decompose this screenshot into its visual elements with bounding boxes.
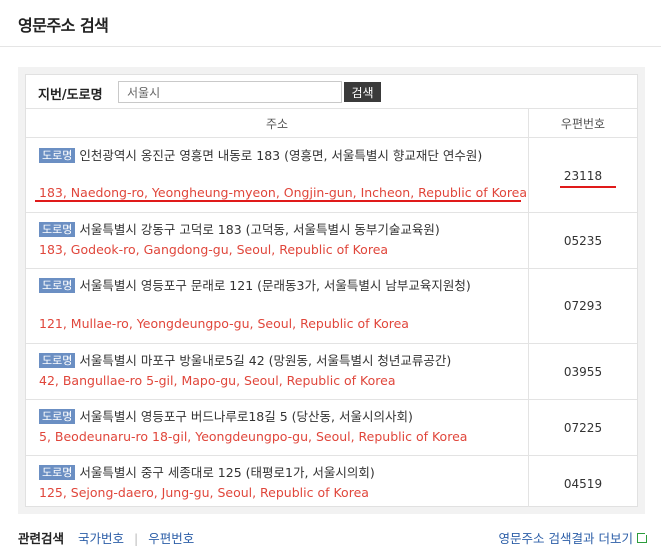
table-row: 도로명 서울특별시 중구 세종대로 125 (태평로1가, 서울시의회) 125,… [26,455,637,507]
road-name-badge: 도로명 [39,148,76,163]
road-name-badge: 도로명 [39,465,76,480]
korean-address[interactable]: 도로명 서울특별시 영등포구 문래로 121 (문래동3가, 서울특별시 남부교육… [39,276,525,295]
road-name-badge: 도로명 [39,222,76,237]
column-header-zip: 우편번호 [560,117,606,131]
road-name-badge: 도로명 [39,409,76,424]
korean-address[interactable]: 도로명 인천광역시 옹진군 영흥면 내동로 183 (영흥면, 서울특별시 향교재… [39,146,525,165]
zip-highlight-underline [560,186,616,188]
korean-address-text: 인천광역시 옹진군 영흥면 내동로 183 (영흥면, 서울특별시 향교재단 연… [79,148,483,163]
zip-code[interactable]: 04519 [529,477,637,491]
result-box: 지번/도로명 검색 주소 우편번호 도로명인천광역시 옹진군 영흥면 내동로 1… [25,74,638,507]
highlight-underline [35,200,521,202]
road-name-badge: 도로명 [39,278,76,293]
korean-address-text: 서울특별시 마포구 방울내로5길 42 (망원동, 서울특별시 청년교류공간) [79,353,452,368]
english-address[interactable]: 125, Sejong-daero, Jung-gu, Seoul, Repub… [39,485,369,500]
english-address[interactable]: 5, Beodeunaru-ro 18-gil, Yeongdeungpo-gu… [39,429,467,444]
link-separator: | [134,531,139,546]
table-row: 도로명 서울특별시 마포구 방울내로5길 42 (망원동, 서울특별시 청년교류공… [26,343,637,400]
english-address[interactable]: 183, Godeok-ro, Gangdong-gu, Seoul, Repu… [39,242,388,257]
column-header-address: 주소 [265,117,289,131]
zip-code[interactable]: 05235 [529,234,637,248]
search-bar: 지번/도로명 검색 [26,75,637,109]
external-link-icon [637,531,649,543]
korean-address[interactable]: 도로명 서울특별시 강동구 고덕로 183 (고덕동, 서울특별시 동부기술교육원… [39,220,525,239]
more-results-label: 영문주소 검색결과 더보기 [498,531,633,546]
postal-code-link[interactable]: 우편번호 [148,531,194,546]
korean-address-text: 서울특별시 영등포구 버드나루로18길 5 (당산동, 서울시의사회) [79,409,413,424]
table-row: 도로명 서울특별시 영등포구 버드나루로18길 5 (당산동, 서울시의사회) 5… [26,399,637,456]
zip-code[interactable]: 23118 [529,169,637,183]
more-results-link[interactable]: 영문주소 검색결과 더보기 [498,528,649,547]
zip-code[interactable]: 07225 [529,421,637,435]
english-address[interactable]: 183, Naedong-ro, Yeongheung-myeon, Ongji… [39,185,527,200]
korean-address[interactable]: 도로명 서울특별시 중구 세종대로 125 (태평로1가, 서울시의회) [39,463,525,482]
country-code-link[interactable]: 국가번호 [78,531,124,546]
table-row: 도로명 서울특별시 강동구 고덕로 183 (고덕동, 서울특별시 동부기술교육원… [26,212,637,269]
table-row: 도로명 인천광역시 옹진군 영흥면 내동로 183 (영흥면, 서울특별시 향교재… [26,138,637,213]
result-panel: 지번/도로명 검색 주소 우편번호 도로명인천광역시 옹진군 영흥면 내동로 1… [18,67,645,514]
search-input[interactable] [118,81,342,103]
search-type-label: 지번/도로명 [38,88,103,103]
table-header: 주소 우편번호 [26,109,637,138]
related-search: 관련검색 국가번호 | 우편번호 [18,528,194,547]
search-button[interactable]: 검색 [344,82,381,102]
korean-address-text: 서울특별시 강동구 고덕로 183 (고덕동, 서울특별시 동부기술교육원) [79,222,440,237]
korean-address-text: 서울특별시 중구 세종대로 125 (태평로1가, 서울시의회) [79,465,375,480]
korean-address[interactable]: 도로명 서울특별시 영등포구 버드나루로18길 5 (당산동, 서울시의사회) [39,407,525,426]
related-search-label: 관련검색 [18,531,65,546]
road-name-badge: 도로명 [39,353,76,368]
korean-address-text: 서울특별시 영등포구 문래로 121 (문래동3가, 서울특별시 남부교육지원청… [79,278,471,293]
english-address[interactable]: 42, Bangullae-ro 5-gil, Mapo-gu, Seoul, … [39,373,396,388]
zip-code[interactable]: 03955 [529,365,637,379]
english-address[interactable]: 121, Mullae-ro, Yeongdeungpo-gu, Seoul, … [39,316,409,331]
page-title: 영문주소 검색 [18,16,109,35]
zip-code[interactable]: 07293 [529,299,637,313]
header-divider [0,46,661,47]
table-row: 도로명 서울특별시 영등포구 문래로 121 (문래동3가, 서울특별시 남부교육… [26,268,637,344]
korean-address[interactable]: 도로명 서울특별시 마포구 방울내로5길 42 (망원동, 서울특별시 청년교류공… [39,351,525,370]
